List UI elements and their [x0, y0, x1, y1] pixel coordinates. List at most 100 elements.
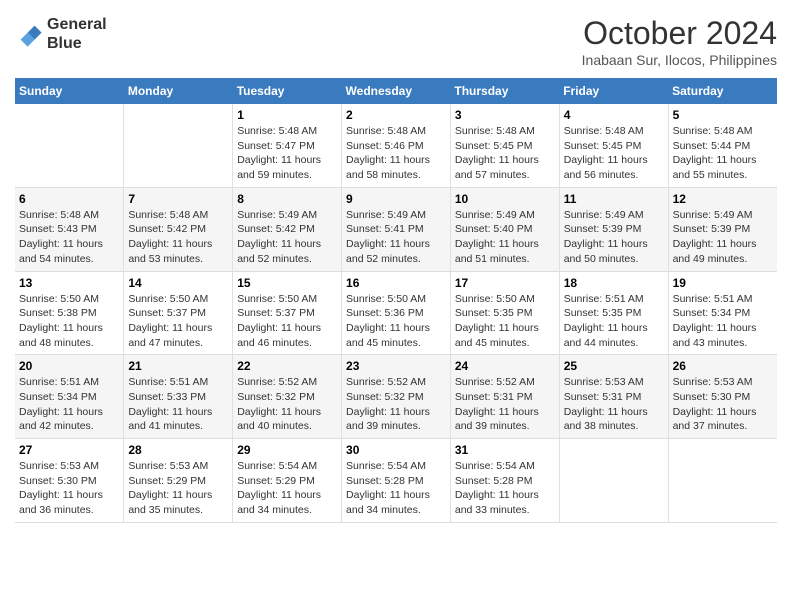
day-number: 12	[673, 192, 773, 206]
logo-line2: Blue	[47, 34, 107, 53]
day-info: Sunrise: 5:50 AM Sunset: 5:38 PM Dayligh…	[19, 292, 119, 351]
day-number: 5	[673, 108, 773, 122]
day-header-sunday: Sunday	[15, 78, 124, 104]
calendar-cell: 8 Sunrise: 5:49 AM Sunset: 5:42 PM Daylig…	[233, 187, 342, 271]
day-info: Sunrise: 5:51 AM Sunset: 5:35 PM Dayligh…	[564, 292, 664, 351]
day-number: 30	[346, 443, 446, 457]
day-info: Sunrise: 5:53 AM Sunset: 5:30 PM Dayligh…	[673, 375, 773, 434]
calendar-cell: 15Sunrise: 5:50 AM Sunset: 5:37 PM Dayli…	[233, 271, 342, 355]
calendar-cell: 2 Sunrise: 5:48 AM Sunset: 5:46 PM Daylig…	[342, 104, 451, 187]
calendar-cell: 14Sunrise: 5:50 AM Sunset: 5:37 PM Dayli…	[124, 271, 233, 355]
calendar-cell: 6 Sunrise: 5:48 AM Sunset: 5:43 PM Daylig…	[15, 187, 124, 271]
calendar-cell: 5 Sunrise: 5:48 AM Sunset: 5:44 PM Daylig…	[668, 104, 777, 187]
week-row-2: 6 Sunrise: 5:48 AM Sunset: 5:43 PM Daylig…	[15, 187, 777, 271]
day-info: Sunrise: 5:52 AM Sunset: 5:32 PM Dayligh…	[237, 375, 337, 434]
day-number: 9	[346, 192, 446, 206]
day-info: Sunrise: 5:49 AM Sunset: 5:42 PM Dayligh…	[237, 208, 337, 267]
header-row: SundayMondayTuesdayWednesdayThursdayFrid…	[15, 78, 777, 104]
day-number: 26	[673, 359, 773, 373]
calendar-cell: 31 Sunrise: 5:54 AM Sunset: 5:28 PM Dayli…	[450, 439, 559, 523]
logo-icon	[15, 20, 43, 48]
day-info: Sunrise: 5:48 AM Sunset: 5:47 PM Dayligh…	[237, 124, 337, 183]
week-row-5: 27Sunrise: 5:53 AM Sunset: 5:30 PM Dayli…	[15, 439, 777, 523]
calendar-cell: 19 Sunrise: 5:51 AM Sunset: 5:34 PM Dayli…	[668, 271, 777, 355]
calendar-cell: 7Sunrise: 5:48 AM Sunset: 5:42 PM Daylig…	[124, 187, 233, 271]
day-number: 13	[19, 276, 119, 290]
day-info: Sunrise: 5:51 AM Sunset: 5:34 PM Dayligh…	[19, 375, 119, 434]
calendar-cell: 23Sunrise: 5:52 AM Sunset: 5:32 PM Dayli…	[342, 355, 451, 439]
location-subtitle: Inabaan Sur, Ilocos, Philippines	[582, 52, 777, 68]
day-number: 11	[564, 192, 664, 206]
calendar-cell: 17Sunrise: 5:50 AM Sunset: 5:35 PM Dayli…	[450, 271, 559, 355]
calendar-cell	[668, 439, 777, 523]
week-row-3: 13 Sunrise: 5:50 AM Sunset: 5:38 PM Dayli…	[15, 271, 777, 355]
day-header-tuesday: Tuesday	[233, 78, 342, 104]
day-info: Sunrise: 5:48 AM Sunset: 5:43 PM Dayligh…	[19, 208, 119, 267]
calendar-cell: 9Sunrise: 5:49 AM Sunset: 5:41 PM Daylig…	[342, 187, 451, 271]
day-info: Sunrise: 5:49 AM Sunset: 5:39 PM Dayligh…	[673, 208, 773, 267]
calendar-cell: 26 Sunrise: 5:53 AM Sunset: 5:30 PM Dayli…	[668, 355, 777, 439]
calendar-cell: 20 Sunrise: 5:51 AM Sunset: 5:34 PM Dayli…	[15, 355, 124, 439]
day-number: 22	[237, 359, 337, 373]
calendar-cell	[15, 104, 124, 187]
day-info: Sunrise: 5:50 AM Sunset: 5:35 PM Dayligh…	[455, 292, 555, 351]
calendar-cell: 12 Sunrise: 5:49 AM Sunset: 5:39 PM Dayli…	[668, 187, 777, 271]
day-info: Sunrise: 5:49 AM Sunset: 5:40 PM Dayligh…	[455, 208, 555, 267]
page-header: General Blue October 2024 Inabaan Sur, I…	[15, 15, 777, 68]
day-number: 6	[19, 192, 119, 206]
calendar-cell	[559, 439, 668, 523]
day-header-friday: Friday	[559, 78, 668, 104]
calendar-cell: 16 Sunrise: 5:50 AM Sunset: 5:36 PM Dayli…	[342, 271, 451, 355]
day-header-monday: Monday	[124, 78, 233, 104]
logo-line1: General	[47, 15, 107, 34]
day-info: Sunrise: 5:52 AM Sunset: 5:32 PM Dayligh…	[346, 375, 446, 434]
day-info: Sunrise: 5:53 AM Sunset: 5:31 PM Dayligh…	[564, 375, 664, 434]
day-info: Sunrise: 5:52 AM Sunset: 5:31 PM Dayligh…	[455, 375, 555, 434]
calendar-cell: 13 Sunrise: 5:50 AM Sunset: 5:38 PM Dayli…	[15, 271, 124, 355]
day-info: Sunrise: 5:48 AM Sunset: 5:45 PM Dayligh…	[455, 124, 555, 183]
day-header-saturday: Saturday	[668, 78, 777, 104]
calendar-cell: 1 Sunrise: 5:48 AM Sunset: 5:47 PM Daylig…	[233, 104, 342, 187]
week-row-1: 1 Sunrise: 5:48 AM Sunset: 5:47 PM Daylig…	[15, 104, 777, 187]
title-block: October 2024 Inabaan Sur, Ilocos, Philip…	[582, 15, 777, 68]
day-info: Sunrise: 5:48 AM Sunset: 5:42 PM Dayligh…	[128, 208, 228, 267]
calendar-cell: 28 Sunrise: 5:53 AM Sunset: 5:29 PM Dayli…	[124, 439, 233, 523]
day-number: 28	[128, 443, 228, 457]
day-number: 31	[455, 443, 555, 457]
day-info: Sunrise: 5:53 AM Sunset: 5:29 PM Dayligh…	[128, 459, 228, 518]
calendar-cell: 25Sunrise: 5:53 AM Sunset: 5:31 PM Dayli…	[559, 355, 668, 439]
calendar-cell: 29 Sunrise: 5:54 AM Sunset: 5:29 PM Dayli…	[233, 439, 342, 523]
calendar-cell: 30 Sunrise: 5:54 AM Sunset: 5:28 PM Dayli…	[342, 439, 451, 523]
day-number: 24	[455, 359, 555, 373]
day-info: Sunrise: 5:54 AM Sunset: 5:28 PM Dayligh…	[455, 459, 555, 518]
day-info: Sunrise: 5:51 AM Sunset: 5:33 PM Dayligh…	[128, 375, 228, 434]
calendar-cell: 24 Sunrise: 5:52 AM Sunset: 5:31 PM Dayli…	[450, 355, 559, 439]
calendar-cell: 22 Sunrise: 5:52 AM Sunset: 5:32 PM Dayli…	[233, 355, 342, 439]
day-info: Sunrise: 5:48 AM Sunset: 5:44 PM Dayligh…	[673, 124, 773, 183]
day-number: 2	[346, 108, 446, 122]
day-info: Sunrise: 5:50 AM Sunset: 5:36 PM Dayligh…	[346, 292, 446, 351]
day-number: 29	[237, 443, 337, 457]
day-info: Sunrise: 5:54 AM Sunset: 5:28 PM Dayligh…	[346, 459, 446, 518]
calendar-cell: 4Sunrise: 5:48 AM Sunset: 5:45 PM Daylig…	[559, 104, 668, 187]
day-info: Sunrise: 5:54 AM Sunset: 5:29 PM Dayligh…	[237, 459, 337, 518]
week-row-4: 20 Sunrise: 5:51 AM Sunset: 5:34 PM Dayli…	[15, 355, 777, 439]
day-number: 16	[346, 276, 446, 290]
day-header-wednesday: Wednesday	[342, 78, 451, 104]
calendar-cell	[124, 104, 233, 187]
day-info: Sunrise: 5:51 AM Sunset: 5:34 PM Dayligh…	[673, 292, 773, 351]
day-number: 14	[128, 276, 228, 290]
day-info: Sunrise: 5:53 AM Sunset: 5:30 PM Dayligh…	[19, 459, 119, 518]
day-number: 8	[237, 192, 337, 206]
day-number: 20	[19, 359, 119, 373]
calendar-cell: 11Sunrise: 5:49 AM Sunset: 5:39 PM Dayli…	[559, 187, 668, 271]
day-number: 19	[673, 276, 773, 290]
day-number: 15	[237, 276, 337, 290]
day-number: 1	[237, 108, 337, 122]
day-number: 3	[455, 108, 555, 122]
day-info: Sunrise: 5:48 AM Sunset: 5:46 PM Dayligh…	[346, 124, 446, 183]
day-header-thursday: Thursday	[450, 78, 559, 104]
day-number: 4	[564, 108, 664, 122]
day-number: 21	[128, 359, 228, 373]
calendar-cell: 18Sunrise: 5:51 AM Sunset: 5:35 PM Dayli…	[559, 271, 668, 355]
